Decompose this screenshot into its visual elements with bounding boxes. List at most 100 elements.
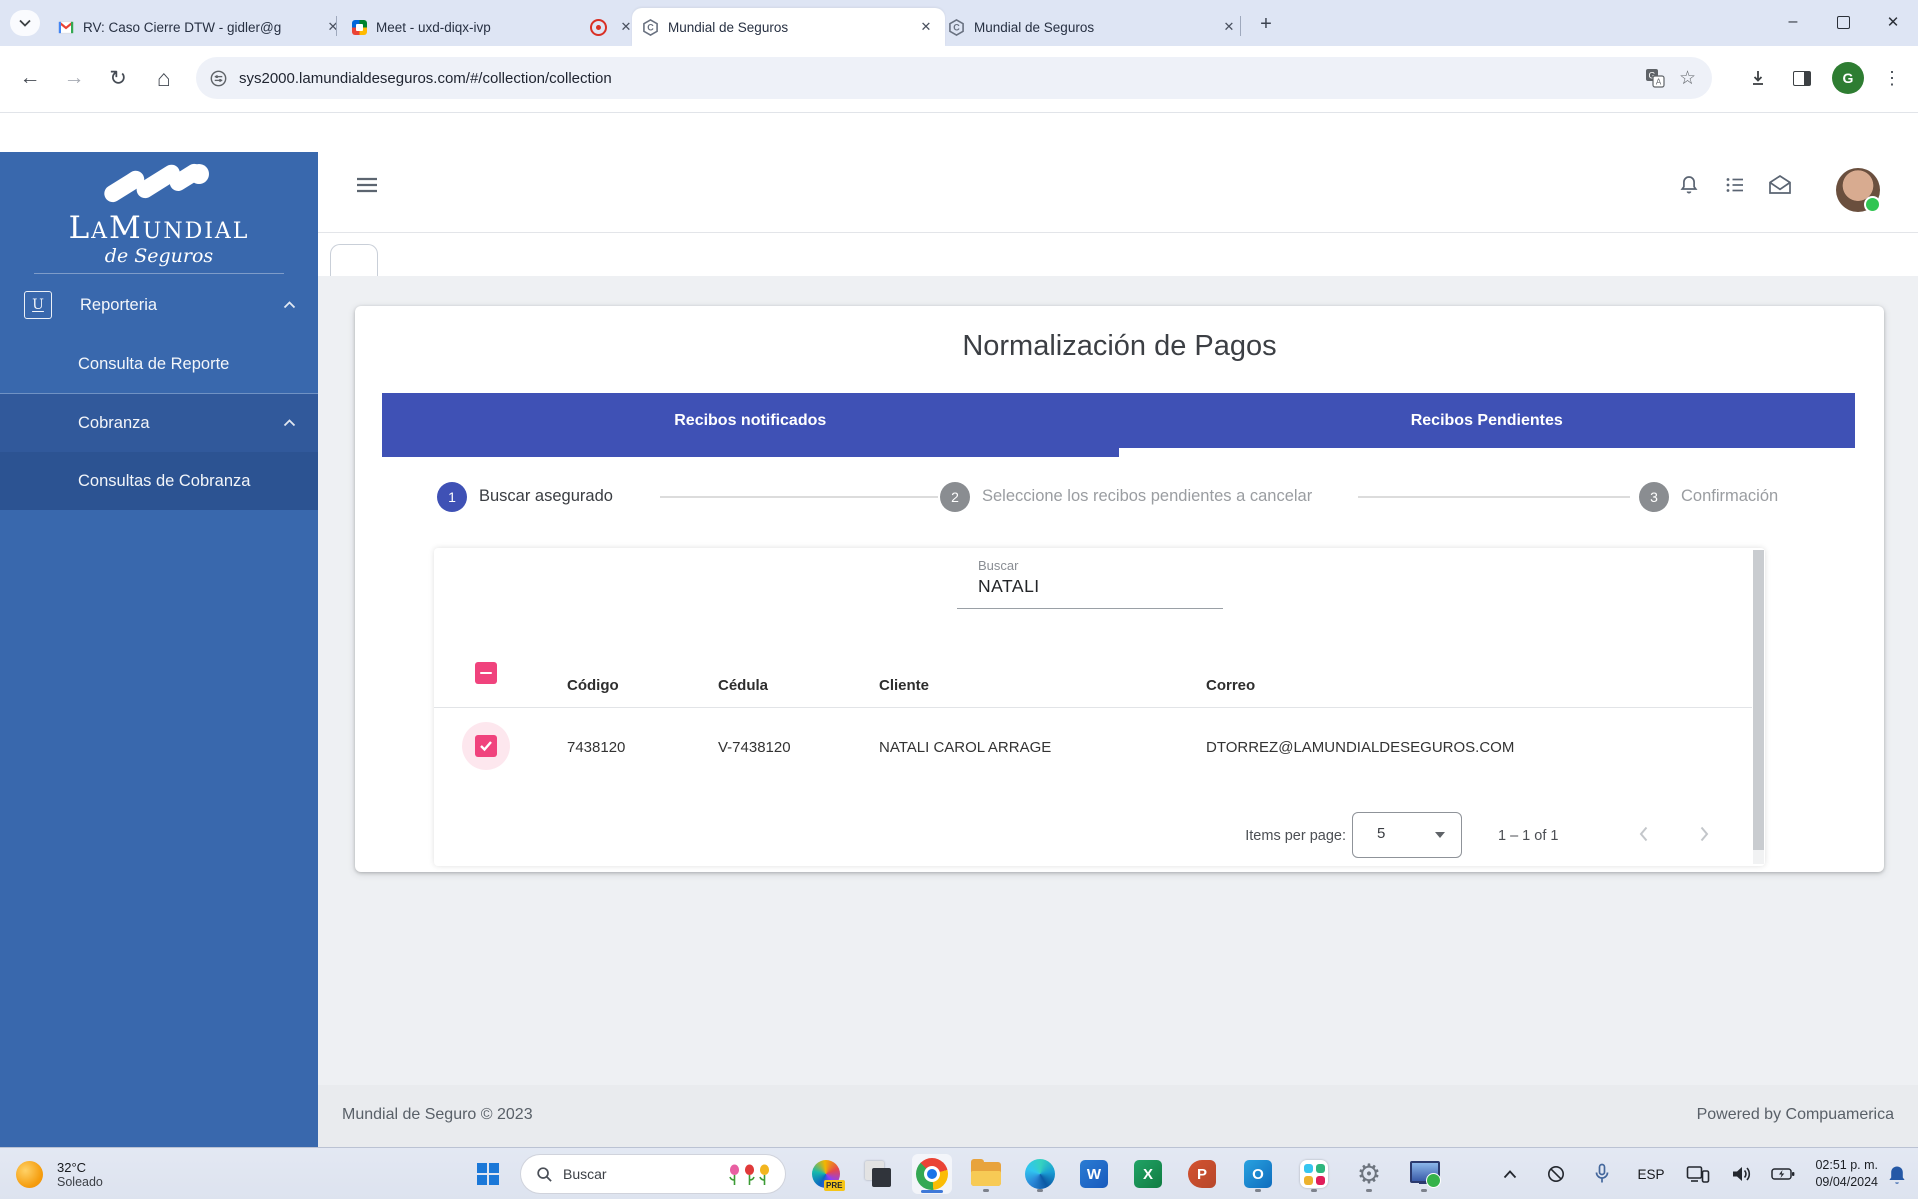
tray-volume-icon[interactable] [1727,1160,1757,1188]
new-tab-button[interactable]: + [1252,10,1280,38]
browser-tab-mundial-2[interactable]: C Mundial de Seguros ✕ [938,8,1248,46]
taskbar-slack-app[interactable] [1294,1154,1334,1194]
weather-widget[interactable]: 32°C Soleado [16,1154,103,1194]
menu-toggle-button[interactable] [350,168,384,202]
empty-tab-chip [330,244,378,279]
close-tab-icon[interactable]: ✕ [324,18,342,36]
tray-notifications-button[interactable] [1882,1162,1912,1190]
microphone-icon [1593,1163,1611,1185]
address-bar[interactable]: sys2000.lamundialdeseguros.com/#/collect… [196,57,1712,99]
taskbar-copilot-app[interactable]: PRE [806,1154,846,1194]
tab-recibos-notificados[interactable]: Recibos notificados [382,393,1119,448]
home-button[interactable]: ⌂ [146,60,182,96]
chevron-right-icon [1693,823,1715,845]
next-page-button[interactable] [1686,816,1722,852]
downloads-icon[interactable] [1740,60,1776,96]
normalizacion-card: Normalización de Pagos Recibos notificad… [355,306,1884,872]
search-input[interactable]: NATALI [978,576,1040,597]
browser-profile-avatar[interactable]: G [1832,62,1864,94]
taskbar-excel-app[interactable]: X [1128,1154,1168,1194]
check-icon [479,740,493,752]
scrollbar-thumb[interactable] [1753,550,1764,850]
notification-bell-icon [1887,1165,1907,1187]
crossed-circle-icon [1546,1164,1566,1184]
side-panel-icon[interactable] [1784,60,1820,96]
tray-blocked-icon[interactable] [1541,1160,1571,1188]
browser-tab-active[interactable]: C Mundial de Seguros ✕ [632,8,945,46]
sidebar-item-consulta-de-reporte[interactable]: Consulta de Reporte [0,335,318,393]
start-button[interactable] [468,1154,508,1194]
taskbar-remote-desktop-app[interactable] [1404,1154,1444,1194]
battery-charging-icon [1771,1167,1795,1181]
tray-clock[interactable]: 02:51 p. m. 09/04/2024 [1794,1157,1878,1191]
chevron-up-icon [283,301,296,309]
overlapping-squares-icon [863,1159,893,1189]
taskbar-edge-app[interactable] [1020,1154,1060,1194]
forward-button[interactable]: → [56,60,92,96]
meet-icon [352,20,367,35]
cell-cliente: NATALI CAROL ARRAGE [879,739,1051,756]
taskbar-search-box[interactable]: Buscar [520,1154,786,1194]
messages-button[interactable] [1763,168,1797,202]
column-header-correo: Correo [1206,677,1255,694]
tray-microphone-icon[interactable] [1587,1160,1617,1188]
close-tab-icon[interactable]: ✕ [1220,18,1238,36]
browser-menu-icon[interactable]: ⋮ [1874,60,1910,96]
tray-cast-icon[interactable] [1683,1160,1713,1188]
browser-tab-strip: RV: Caso Cierre DTW - gidler@g ✕ Meet - … [0,0,1918,46]
window-minimize-button[interactable]: – [1768,0,1818,44]
indeterminate-mark-icon [480,672,492,675]
taskbar-settings-app[interactable]: ⚙ [1349,1154,1389,1194]
pagination-range: 1 – 1 of 1 [1498,828,1628,844]
step-3-label[interactable]: Confirmación [1681,487,1778,506]
tray-show-hidden-icons[interactable] [1495,1160,1525,1188]
step-3-circle[interactable]: 3 [1639,482,1669,512]
task-list-button[interactable] [1718,168,1752,202]
tulips-icon [727,1163,772,1186]
chevron-left-icon [1633,823,1655,845]
window-maximize-button[interactable] [1818,0,1868,44]
taskbar-outlook-app[interactable]: O [1238,1154,1278,1194]
taskbar-word-app[interactable]: W [1074,1154,1114,1194]
user-avatar[interactable] [1836,168,1880,212]
taskbar-chrome-app[interactable] [912,1154,952,1194]
step-1-label[interactable]: Buscar asegurado [479,487,613,506]
close-tab-icon[interactable]: ✕ [917,18,935,36]
taskbar-file-explorer-app[interactable] [966,1154,1006,1194]
sidebar-item-reporteria[interactable]: U Reporteria [0,276,318,334]
select-all-checkbox[interactable] [475,662,497,684]
sidebar-item-cobranza[interactable]: Cobranza [0,394,318,452]
search-underline [957,608,1223,609]
active-app-indicator [921,1190,943,1194]
items-per-page-label: Items per page: [1134,828,1346,844]
back-button[interactable]: ← [12,60,48,96]
reload-button[interactable]: ↻ [100,60,136,96]
browser-tab-gmail[interactable]: RV: Caso Cierre DTW - gidler@g ✕ [48,8,352,46]
url-text[interactable]: sys2000.lamundialdeseguros.com/#/collect… [239,70,1645,87]
previous-page-button[interactable] [1626,816,1662,852]
taskbar-powerpoint-app[interactable]: P [1182,1154,1222,1194]
screen: RV: Caso Cierre DTW - gidler@g ✕ Meet - … [0,0,1918,1199]
tab-search-button[interactable] [10,10,40,36]
translate-icon[interactable]: G A [1645,68,1665,88]
window-close-button[interactable]: ✕ [1868,0,1918,44]
panel-scrollbar[interactable] [1753,550,1764,864]
sidebar-item-consultas-de-cobranza[interactable]: Consultas de Cobranza [0,452,318,510]
tray-language-indicator[interactable]: ESP [1633,1160,1669,1188]
step-1-circle[interactable]: 1 [437,482,467,512]
notifications-button[interactable] [1672,168,1706,202]
search-field-label: Buscar [978,558,1018,573]
bookmark-star-icon[interactable]: ☆ [1679,67,1696,90]
site-settings-icon[interactable] [210,70,227,87]
step-2-circle[interactable]: 2 [940,482,970,512]
chevron-up-icon [283,419,296,427]
taskbar-desktops-app[interactable] [858,1154,898,1194]
sun-icon [16,1161,43,1188]
tab-recibos-pendientes[interactable]: Recibos Pendientes [1119,393,1856,448]
page-size-select[interactable]: 5 [1352,812,1462,858]
weather-condition: Soleado [57,1175,103,1189]
brand-subtitle: de Seguros [0,245,318,267]
browser-tab-meet[interactable]: Meet - uxd-diqx-ivp ✕ [342,8,645,46]
row-checkbox[interactable] [475,735,497,757]
step-2-label[interactable]: Seleccione los recibos pendientes a canc… [982,487,1312,506]
